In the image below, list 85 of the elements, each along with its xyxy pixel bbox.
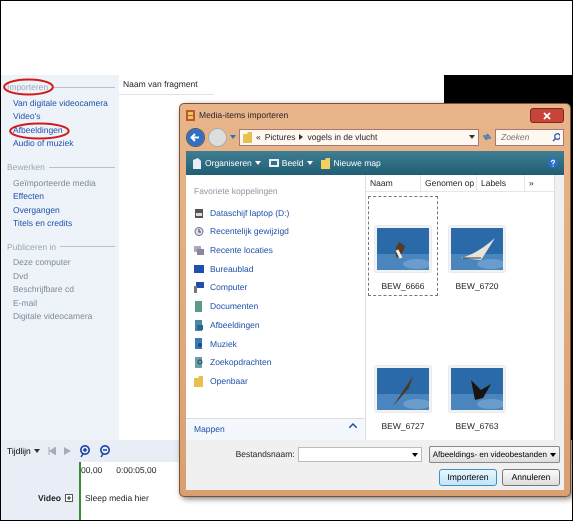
folder-icon	[243, 132, 252, 142]
task-link[interactable]: Afbeeldingen	[7, 124, 119, 138]
toolbar-button[interactable]: Nieuwe map	[320, 156, 381, 170]
clock-icon	[194, 226, 204, 238]
back-button[interactable]	[186, 128, 205, 146]
task-link[interactable]: Video's	[7, 110, 119, 124]
nav-link[interactable]: Openbaar	[186, 372, 365, 391]
folders-toggle[interactable]: Mappen	[186, 418, 365, 440]
field-label: Bestandsnaam:	[236, 448, 295, 461]
drive-icon	[194, 208, 204, 219]
timeline-dropdown[interactable]: Tijdlijn	[7, 444, 40, 458]
play-icon[interactable]	[64, 447, 71, 455]
close-icon	[543, 112, 551, 120]
ruler-time: 00,00	[81, 464, 102, 474]
caret-icon	[254, 161, 261, 165]
windows-icon	[194, 244, 204, 256]
caret-icon	[34, 449, 40, 453]
file-item[interactable]: BEW_6727	[368, 336, 438, 436]
search-icon	[552, 132, 560, 142]
help-icon[interactable]	[548, 158, 558, 168]
search-folder-icon	[194, 357, 204, 368]
column-header[interactable]: »	[525, 175, 538, 191]
toolbar-button[interactable]: Organiseren	[192, 156, 261, 170]
section-heading: Publiceren in	[7, 240, 56, 254]
file-item[interactable]: BEW_6763	[442, 336, 512, 436]
caret-icon	[412, 452, 418, 456]
rewind-icon[interactable]	[48, 447, 56, 455]
nav-link[interactable]: Documenten	[186, 297, 365, 316]
task-link[interactable]: Audio of muziek	[7, 137, 119, 151]
caret-icon	[550, 452, 556, 456]
music-icon	[194, 338, 204, 350]
dialog-button[interactable]: Annuleren	[502, 469, 560, 486]
file-item[interactable]: BEW_6666	[368, 196, 438, 296]
caret-icon[interactable]	[230, 135, 236, 139]
task-link[interactable]: Effecten	[7, 190, 119, 204]
search-box[interactable]: Zoeken	[495, 128, 564, 146]
file-type-dropdown[interactable]: Afbeeldings- en videobestanden	[428, 446, 560, 463]
chevron-up-icon	[349, 423, 357, 428]
desktop-icon	[194, 264, 204, 275]
nav-link[interactable]: Dataschijf laptop (D:)	[186, 204, 365, 222]
section-heading: Favoriete koppelingen	[193, 185, 279, 198]
zoom-out-icon[interactable]	[98, 444, 111, 458]
zoom-in-icon[interactable]	[78, 444, 91, 458]
expand-icon[interactable]	[65, 494, 73, 502]
breadcrumb[interactable]: vogels in de vlucht	[307, 130, 378, 144]
file-item[interactable]: BEW_6720	[442, 196, 512, 296]
nav-link[interactable]: Recente locaties	[186, 241, 365, 260]
nav-link[interactable]: Computer	[186, 278, 365, 298]
nav-link[interactable]: Recentelijk gewijzigd	[186, 222, 365, 242]
caret-icon	[469, 135, 475, 139]
nav-link[interactable]: Zoekopdrachten	[186, 353, 365, 372]
nav-link[interactable]: Muziek	[186, 334, 365, 354]
dialog-title: Media-items importeren	[199, 108, 288, 122]
task-link[interactable]: Overgangen	[7, 204, 119, 217]
search-field[interactable]: Zoeken	[499, 130, 552, 144]
dialog-button[interactable]: Importeren	[439, 469, 497, 486]
folder-icon	[320, 158, 331, 168]
nav-link[interactable]: Bureaublad	[186, 260, 365, 278]
nav-link[interactable]: Afbeeldingen	[186, 316, 365, 335]
address-bar[interactable]: « Pictures vogels in de vlucht	[239, 128, 479, 146]
film-icon	[186, 110, 195, 120]
column-header[interactable]: Naam	[366, 175, 421, 191]
chevron-icon	[299, 134, 304, 140]
view-icon	[268, 158, 279, 168]
toolbar-button[interactable]: Beeld	[268, 156, 313, 170]
close-button[interactable]	[530, 108, 564, 122]
section-heading: Bewerken	[7, 160, 45, 174]
ruler-time: 0:00:05,00	[116, 464, 156, 474]
task-link[interactable]: Titels en credits	[7, 217, 119, 230]
folder-icon	[194, 376, 204, 387]
pictures-icon	[194, 320, 204, 331]
filename-field[interactable]	[298, 447, 422, 462]
section-heading: Importeren	[7, 81, 48, 94]
document-icon	[192, 158, 202, 168]
track-label: Video	[38, 492, 61, 504]
column-header[interactable]: Genomen op	[421, 175, 477, 191]
column-header[interactable]: Labels	[477, 175, 525, 191]
refresh-icon[interactable]	[482, 132, 492, 142]
caret-icon	[306, 161, 313, 165]
breadcrumb[interactable]: Pictures	[264, 130, 296, 144]
breadcrumb-separator: «	[256, 130, 261, 144]
drop-hint: Sleep media hier	[85, 492, 149, 504]
document-icon	[194, 301, 204, 312]
task-link[interactable]: Van digitale videocamera	[7, 96, 119, 110]
computer-icon	[194, 282, 204, 294]
